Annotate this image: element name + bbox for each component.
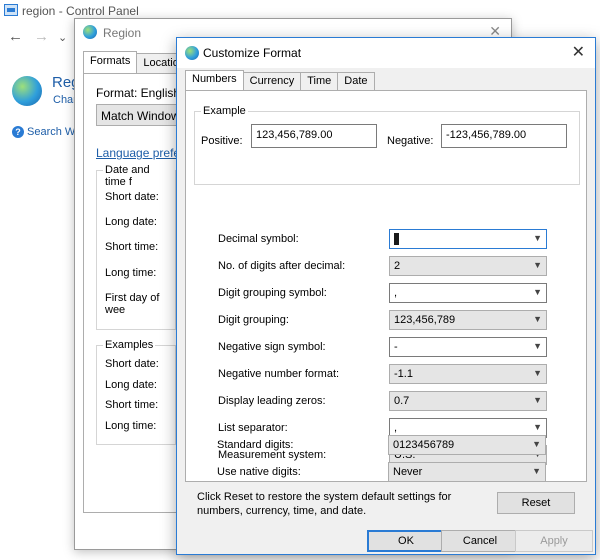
long-date-label: Long date: (105, 216, 157, 228)
control-panel-icon (4, 4, 18, 16)
forward-arrow-icon[interactable]: → (34, 28, 49, 45)
positive-example-value: 123,456,789.00 (251, 124, 377, 148)
negative-example-value: -123,456,789.00 (441, 124, 567, 148)
reset-button[interactable]: Reset (497, 492, 575, 514)
search-help-link[interactable]: ? Search Wi (12, 126, 78, 138)
control-panel-title: region - Control Panel (22, 4, 139, 18)
digit-grouping-value: 123,456,789 (394, 314, 456, 326)
date-time-formats-title: Date and time f (103, 164, 175, 188)
tab-date[interactable]: Date (337, 72, 375, 90)
region-globe-icon (83, 25, 97, 39)
short-date-label: Short date: (105, 191, 159, 203)
digits-after-decimal-label: No. of digits after decimal: (218, 260, 346, 272)
standard-digits-select[interactable]: 0123456789 ▼ (388, 435, 546, 455)
date-time-formats-group: Date and time f Short date: Long date: S… (96, 164, 176, 330)
chevron-down-icon[interactable]: ▼ (533, 368, 542, 378)
chevron-down-icon[interactable]: ▼ (533, 233, 542, 243)
chevron-down-icon[interactable]: ▼ (533, 314, 542, 324)
standard-digits-value: 0123456789 (393, 439, 455, 451)
list-separator-value: , (394, 422, 398, 434)
chevron-down-icon[interactable]: ▼ (533, 422, 542, 432)
negative-label: Negative: (387, 135, 434, 147)
region-tabs: Formats Location (83, 51, 192, 73)
short-time-label: Short time: (105, 241, 159, 253)
standard-digits-label: Standard digits: (217, 439, 294, 451)
digit-grouping-label: Digit grouping: (218, 314, 289, 326)
digits-after-decimal-value: 2 (394, 260, 401, 272)
example-short-date-label: Short date: (105, 358, 159, 370)
digits-after-decimal-select[interactable]: 2 ▼ (389, 256, 547, 276)
use-native-digits-select[interactable]: Never ▼ (388, 462, 546, 482)
list-separator-label: List separator: (218, 422, 288, 434)
format-label: Format: English ( (96, 86, 188, 100)
chevron-down-icon[interactable]: ▼ (533, 287, 542, 297)
negative-number-format-label: Negative number format: (218, 368, 340, 380)
help-icon: ? (12, 126, 24, 138)
example-short-time-label: Short time: (105, 399, 159, 411)
reset-note: Click Reset to restore the system defaul… (197, 491, 452, 517)
example-long-date-label: Long date: (105, 379, 157, 391)
chevron-down-icon[interactable]: ▼ (532, 466, 541, 476)
decimal-symbol-label: Decimal symbol: (218, 233, 299, 245)
tab-time[interactable]: Time (300, 72, 339, 90)
back-arrow-icon[interactable]: ← (8, 28, 23, 45)
example-group: Example Positive: 123,456,789.00 Negativ… (194, 105, 580, 185)
example-title: Example (201, 105, 248, 117)
cancel-button[interactable]: Cancel (441, 530, 519, 552)
region-title: Region (103, 26, 142, 40)
negative-number-format-select[interactable]: -1.1 ▼ (389, 364, 547, 384)
ok-button[interactable]: OK (367, 530, 445, 552)
examples-title: Examples (103, 339, 156, 351)
display-leading-zeros-select[interactable]: 0.7 ▼ (389, 391, 547, 411)
digit-grouping-symbol-label: Digit grouping symbol: (218, 287, 327, 299)
digit-grouping-select[interactable]: 123,456,789 ▼ (389, 310, 547, 330)
positive-label: Positive: (201, 135, 243, 147)
negative-sign-symbol-combo[interactable]: - ▼ (389, 337, 547, 357)
long-time-label: Long time: (105, 267, 157, 279)
negative-sign-symbol-value: - (394, 341, 398, 353)
example-long-time-label: Long time: (105, 420, 157, 432)
digit-grouping-symbol-combo[interactable]: , ▼ (389, 283, 547, 303)
decimal-symbol-combo[interactable]: ▼ (389, 229, 547, 249)
region-globe-icon (185, 46, 199, 60)
negative-number-format-value: -1.1 (394, 368, 413, 380)
display-leading-zeros-label: Display leading zeros: (218, 395, 326, 407)
close-icon[interactable]: ✕ (572, 42, 585, 62)
customize-format-titlebar: Customize Format ✕ (177, 38, 595, 68)
use-native-digits-value: Never (393, 466, 423, 478)
customize-format-title: Customize Format (203, 46, 302, 60)
use-native-digits-label: Use native digits: (217, 466, 301, 478)
recent-locations-icon[interactable]: ⌄ (58, 31, 67, 44)
apply-button[interactable]: Apply (515, 530, 593, 552)
digit-grouping-symbol-value: , (394, 287, 398, 299)
customize-format-dialog: Customize Format ✕ Numbers Currency Time… (176, 37, 596, 555)
chevron-down-icon[interactable]: ▼ (533, 341, 542, 351)
region-globe-icon (12, 76, 42, 106)
negative-sign-symbol-label: Negative sign symbol: (218, 341, 326, 353)
numbers-panel: Example Positive: 123,456,789.00 Negativ… (185, 90, 587, 482)
first-day-of-week-label: First day of wee (105, 292, 160, 316)
tab-currency[interactable]: Currency (242, 72, 302, 90)
chevron-down-icon[interactable]: ▼ (533, 260, 542, 270)
tab-numbers[interactable]: Numbers (185, 70, 244, 90)
examples-group: Examples Short date: Long date: Short ti… (96, 339, 176, 445)
chevron-down-icon[interactable]: ▼ (533, 395, 542, 405)
text-cursor (394, 233, 399, 245)
customize-format-tabs: Numbers Currency Time Date (185, 70, 375, 92)
search-help-label: Search Wi (27, 126, 78, 138)
tab-formats[interactable]: Formats (83, 51, 138, 73)
display-leading-zeros-value: 0.7 (394, 395, 410, 407)
chevron-down-icon[interactable]: ▼ (532, 439, 541, 449)
